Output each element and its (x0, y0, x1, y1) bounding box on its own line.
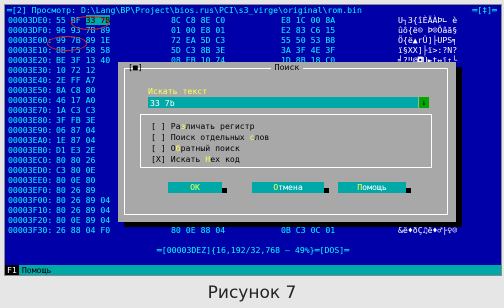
annotation-circle (47, 36, 87, 51)
hex-ascii: U┐3{îÈÄÀÞ∟ è (398, 15, 458, 25)
hex-address: 00003E30: (8, 65, 53, 75)
hex-ascii: ï§XX]├ï>:?N? (398, 45, 458, 55)
hex-bytes: 80 26 89 04 (56, 195, 111, 205)
hex-address: 00003E70: (8, 105, 53, 115)
cancel-button[interactable]: Отмена (252, 182, 324, 193)
figure-frame: ═[2] Просмотр: D:\Lang\BP\Project\bios.r… (0, 0, 504, 308)
hex-bytes: E2 83 C6 15 (281, 25, 336, 35)
key-f1-label[interactable]: Помощь (19, 265, 52, 275)
figure-caption: Рисунок 7 (207, 283, 297, 303)
status-bar: ═[00003DEZ]{16,192/32,768 – 49%}═[DOS]═ (156, 245, 350, 255)
hex-bytes: 06 87 04 (56, 125, 96, 135)
option-text: Ра (170, 121, 181, 131)
history-arrow-icon[interactable]: ↓ (419, 97, 429, 108)
hex-bytes: 01 00 E8 01 (171, 25, 226, 35)
hex-address: 00003E80: (8, 115, 53, 125)
hex-bytes: 80 0E 80 (56, 175, 96, 185)
hex-address: 00003E60: (8, 95, 53, 105)
button-label: тмена (278, 182, 303, 192)
hex-address: 00003E40: (8, 75, 53, 85)
hex-bytes: 46 17 A0 (56, 95, 96, 105)
dialog-title-text: Поиск (270, 62, 304, 72)
option-text: ратный поиск (180, 143, 240, 153)
option-text: Поиск отдельных (170, 132, 250, 142)
hex-bytes: 80 80 26 (56, 155, 96, 165)
hex-ascii: ûô{ë☺ Þ☺Ôâã§ (398, 25, 458, 35)
hex-address: 00003EA0: (8, 135, 53, 145)
help-button[interactable]: Помощь (338, 182, 406, 193)
hex-address: 00003EB0: (8, 145, 53, 155)
hex-address: 00003F20: (8, 215, 53, 225)
hex-bytes: 5D C3 8B 3E (171, 45, 226, 55)
hex-ascii: Ö{ë▲rÛ]├UPS╕ (398, 35, 458, 45)
hex-address: 00003EF0: (8, 185, 53, 195)
button-label: омощь (362, 182, 387, 192)
hex-bytes: 10 72 12 (56, 65, 96, 75)
viewer-title: ═[2] Просмотр: D:\Lang\BP\Project\bios.r… (7, 5, 362, 15)
checkbox[interactable]: [ ] (151, 121, 166, 131)
hex-bytes: 8A C8 80 (56, 85, 96, 95)
hex-address: 00003E20: (8, 55, 53, 65)
hex-address: 00003ED0: (8, 165, 53, 175)
hex-bytes: 8C C8 8E C0 (171, 15, 226, 25)
hex-bytes: 1A C3 C3 (56, 105, 96, 115)
viewer-title-bar: ═[2] Просмотр: D:\Lang\BP\Project\bios.r… (5, 5, 501, 15)
button-shadow (406, 188, 411, 193)
hex-address: 00003DE0: (8, 15, 53, 25)
annotation-circle (71, 16, 109, 30)
hex-bytes: C3 80 0E (56, 165, 96, 175)
option-text: ex код (210, 154, 240, 164)
hex-bytes: E8 1C 00 8A (281, 15, 336, 25)
hex-bytes: 3A 3F 4E 3F (281, 45, 336, 55)
hex-address: 00003F30: (8, 225, 53, 235)
key-f1[interactable]: F1 (5, 265, 19, 275)
option-whole-words[interactable]: [ ] Поиск отдельных слов (151, 132, 269, 142)
hex-address: 00003E50: (8, 85, 53, 95)
ok-button[interactable]: OK (168, 182, 222, 193)
button-shadow (222, 188, 227, 193)
far-viewer-screen: ═[2] Просмотр: D:\Lang\BP\Project\bios.r… (4, 4, 502, 276)
checkbox[interactable]: [X] (151, 154, 166, 164)
hex-bytes: 55 50 53 B8 (281, 35, 336, 45)
option-text: Искать (170, 154, 206, 164)
option-text: лов (254, 132, 270, 142)
hex-address: 00003F00: (8, 195, 53, 205)
hex-bytes: 80 0E 89 04 (56, 215, 111, 225)
search-input[interactable] (148, 97, 418, 108)
hex-address: 00003EE0: (8, 175, 53, 185)
window-controls[interactable]: ═[‡]═ (472, 5, 497, 15)
hex-bytes: 26 88 04 F0 (56, 225, 111, 235)
hex-bytes: 72 EA 5D C3 (171, 35, 226, 45)
function-key-bar: F1 Помощь (5, 265, 501, 275)
hex-address: 00003E90: (8, 125, 53, 135)
hex-address: 00003DF0: (8, 25, 53, 35)
hex-address: 00003E10: (8, 45, 53, 55)
option-case-sensitive[interactable]: [ ] Различать регистр (151, 121, 255, 131)
option-hex-code[interactable]: [X] Искать Нex код (151, 154, 240, 164)
hex-address: 00003EC0: (8, 155, 53, 165)
hex-bytes: 80 26 89 04 (56, 205, 111, 215)
hex-address: 00003E00: (8, 35, 53, 45)
hex-bytes: 2E FF A7 (56, 75, 96, 85)
button-shadow (324, 188, 329, 193)
hex-bytes: 80 26 89 (56, 185, 96, 195)
option-reverse-search[interactable]: [ ] Обратный поиск (151, 143, 240, 153)
hex-address: 00003F10: (8, 205, 53, 215)
hex-bytes: BE 3F 13 40 (56, 55, 111, 65)
checkbox[interactable]: [ ] (151, 132, 166, 142)
hex-bytes: D1 E3 2E (56, 145, 96, 155)
dialog-title: Поиск (118, 62, 456, 72)
search-options-group: [ ] Различать регистр [ ] Поиск отдельны… (140, 114, 432, 168)
search-dialog: [■] Поиск Искать текст ↓ [ ] Различать р… (118, 62, 456, 222)
hex-bytes: 1E 87 04 (56, 135, 96, 145)
search-label: Искать текст (148, 86, 208, 96)
hex-bytes: 3F FB 3E (56, 115, 96, 125)
checkbox[interactable]: [ ] (151, 143, 166, 153)
option-text: личать регистр (185, 121, 255, 131)
